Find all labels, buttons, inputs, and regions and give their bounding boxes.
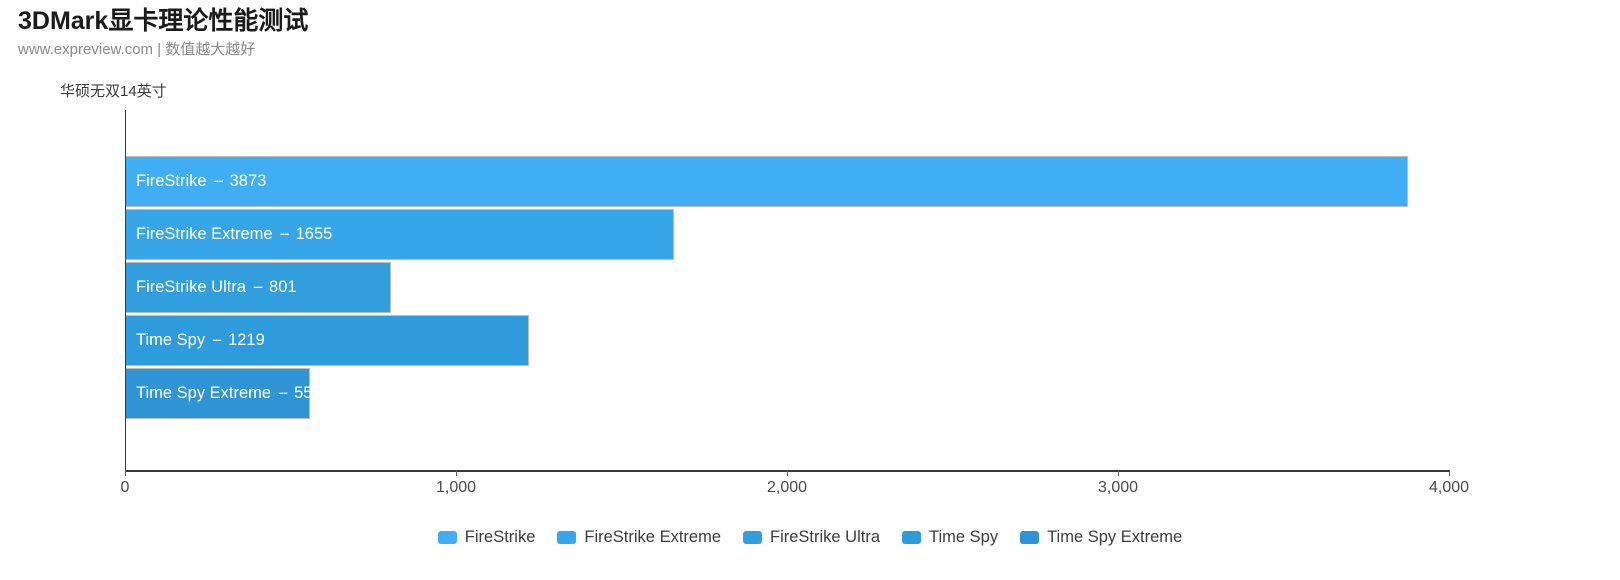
bar-label-name: FireStrike	[136, 172, 207, 190]
bar-value: 1655	[295, 225, 333, 243]
legend-swatch-icon	[557, 531, 577, 544]
x-tick-mark	[787, 470, 788, 476]
legend-item-firestrike[interactable]: FireStrike	[437, 528, 536, 547]
page-title: 3DMark显卡理论性能测试	[18, 7, 309, 35]
bar-firestrike-ultra[interactable]: FireStrike Ultra -- 801	[126, 262, 392, 313]
bar-label: FireStrike Ultra -- 801	[126, 278, 297, 297]
legend-item-firestrike-ultra[interactable]: FireStrike Ultra	[743, 528, 880, 547]
bar-label-name: Time Spy Extreme	[136, 384, 272, 402]
x-tick-label: 3,000	[1097, 479, 1139, 496]
legend-swatch-icon	[743, 531, 762, 544]
legend-swatch-icon	[1020, 531, 1040, 544]
bar-time-spy[interactable]: Time Spy -- 1219	[126, 315, 530, 366]
bar-row: FireStrike -- 3873	[126, 155, 1450, 208]
legend-swatch-icon	[437, 531, 457, 544]
legend-label: Time Spy	[929, 528, 999, 546]
plot-area: FireStrike -- 3873 FireStrike Extreme -- 1655…	[125, 110, 1450, 472]
x-tick-mark	[125, 470, 126, 476]
bar-row: FireStrike Extreme -- 1655	[126, 208, 1450, 261]
bar-label-separator: --	[253, 278, 263, 296]
bar-label: FireStrike -- 3873	[126, 172, 266, 191]
chart-legend: FireStrike FireStrike Extreme FireStrike U…	[0, 528, 1620, 547]
legend-label: Time Spy Extreme	[1047, 528, 1183, 546]
bar-label-name: FireStrike Ultra	[136, 278, 247, 296]
bar-value: 3873	[229, 172, 267, 190]
bar-label: FireStrike Extreme -- 1655	[126, 225, 332, 244]
bar-row: Time Spy Extreme -- 556	[126, 367, 1450, 420]
bar-time-spy-extreme[interactable]: Time Spy Extreme -- 556	[126, 368, 322, 419]
bar-label-separator: --	[279, 225, 290, 243]
bar-value: 556	[294, 384, 322, 402]
bar-label: Time Spy -- 1219	[126, 331, 265, 350]
legend-item-time-spy[interactable]: Time Spy	[902, 528, 998, 547]
bar-series: FireStrike -- 3873 FireStrike Extreme -- 1655…	[126, 155, 1450, 420]
bar-label-separator: --	[213, 172, 224, 190]
bar-value: 1219	[228, 331, 265, 349]
x-tick-mark	[456, 470, 457, 476]
bar-label-separator: --	[278, 384, 288, 402]
legend-swatch-icon	[902, 531, 922, 544]
bar-value: 801	[269, 278, 297, 296]
bar-label: Time Spy Extreme -- 556	[126, 384, 322, 403]
x-axis-ticks: 0 1,000 2,000 3,000 4,000	[121, 470, 1469, 510]
legend-label: FireStrike Ultra	[770, 528, 881, 546]
x-tick-label: 0	[120, 479, 130, 496]
bar-label-name: Time Spy	[136, 331, 206, 349]
x-tick-label: 1,000	[435, 479, 477, 496]
legend-item-time-spy-extreme[interactable]: Time Spy Extreme	[1020, 528, 1182, 547]
x-tick-label: 2,000	[766, 479, 808, 496]
x-tick-mark	[1449, 470, 1450, 476]
legend-label: FireStrike Extreme	[584, 528, 721, 546]
legend-item-firestrike-extreme[interactable]: FireStrike Extreme	[557, 528, 721, 547]
chart-header: 3DMark显卡理论性能测试 www.expreview.com | 数值越大越…	[18, 6, 308, 61]
bar-row: Time Spy -- 1219	[126, 314, 1450, 367]
category-group-label: 华硕无双14英寸	[60, 83, 167, 100]
x-tick-label: 4,000	[1428, 479, 1470, 496]
bar-label-separator: --	[212, 331, 222, 349]
bar-firestrike[interactable]: FireStrike -- 3873	[126, 156, 1408, 207]
bar-row: FireStrike Ultra -- 801	[126, 261, 1450, 314]
chart-subtitle: www.expreview.com | 数值越大越好	[18, 41, 256, 58]
x-tick-mark	[1118, 470, 1119, 476]
bar-firestrike-extreme[interactable]: FireStrike Extreme -- 1655	[126, 209, 674, 260]
legend-label: FireStrike	[464, 528, 536, 546]
bar-label-name: FireStrike Extreme	[136, 225, 273, 243]
